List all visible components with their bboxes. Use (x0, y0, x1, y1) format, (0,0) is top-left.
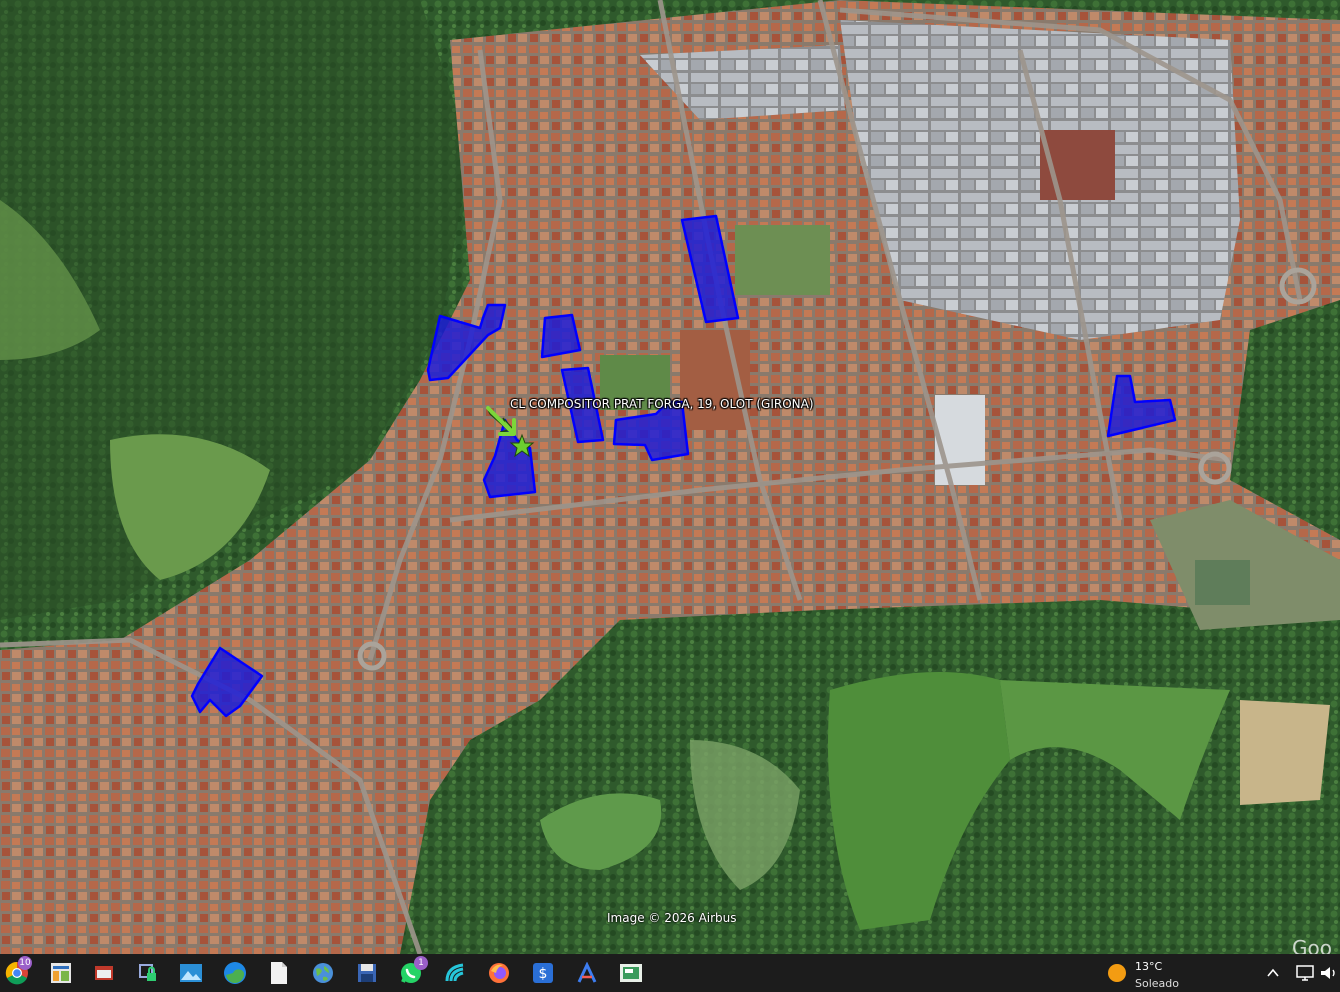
spreadsheet-icon[interactable] (48, 960, 74, 986)
weather-sun-icon[interactable] (1104, 960, 1130, 986)
firefox-icon[interactable] (486, 960, 512, 986)
dollar-app-icon[interactable]: $ (530, 960, 556, 986)
parcel-highlight[interactable] (540, 313, 582, 359)
chevron-up-icon[interactable] (1260, 960, 1286, 986)
photos-icon[interactable] (178, 960, 204, 986)
windows-taskbar: 10 1 $ 13°C Soleado (0, 954, 1340, 992)
network-lock-icon[interactable] (135, 960, 161, 986)
document-icon[interactable] (266, 960, 292, 986)
slides-icon[interactable] (618, 960, 644, 986)
placemark-label[interactable]: CL COMPOSITOR PRAT FORGA, 19, OLOT (GIRO… (510, 397, 814, 411)
satellite-imagery (0, 0, 1340, 954)
wave-app-icon[interactable] (442, 960, 468, 986)
satellite-map[interactable]: CL COMPOSITOR PRAT FORGA, 19, OLOT (GIRO… (0, 0, 1340, 954)
map-brand-logo: Goo (1292, 936, 1332, 954)
weather-description[interactable]: Soleado (1135, 977, 1179, 990)
edge-icon[interactable] (222, 960, 248, 986)
speaker-icon[interactable] (1316, 960, 1340, 986)
weather-temperature[interactable]: 13°C (1135, 960, 1162, 973)
network-icon[interactable] (1292, 960, 1318, 986)
chrome-badge: 10 (18, 956, 32, 970)
arc-app-icon[interactable] (574, 960, 600, 986)
globe-icon[interactable] (310, 960, 336, 986)
imagery-credit: Image © 2026 Airbus (607, 911, 737, 925)
save-disk-icon[interactable] (354, 960, 380, 986)
svg-text:$: $ (539, 966, 548, 982)
window-manager-icon[interactable] (91, 960, 117, 986)
whatsapp-badge: 1 (414, 956, 428, 970)
